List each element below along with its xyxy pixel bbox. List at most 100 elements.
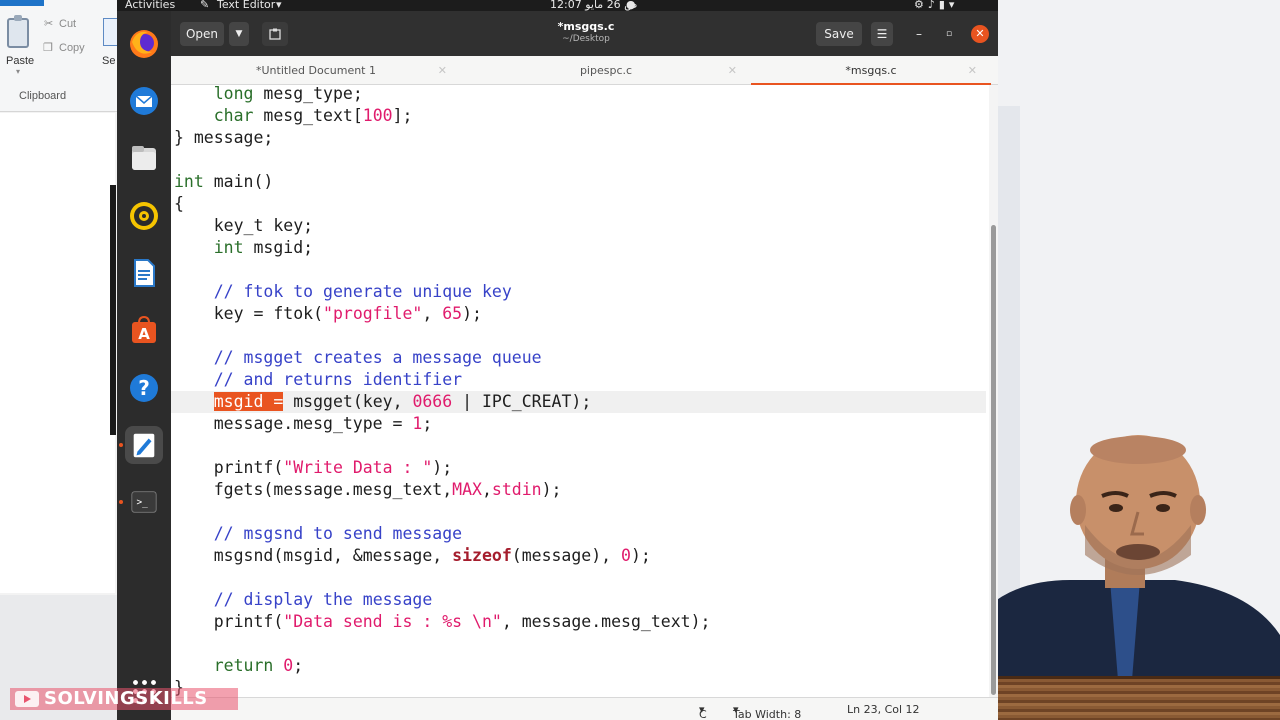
rhythmbox-icon[interactable] bbox=[125, 197, 163, 235]
watermark-text: SOLVINGSKILLS bbox=[44, 688, 208, 709]
close-tab-icon[interactable]: ✕ bbox=[968, 64, 977, 77]
code-line: int main() bbox=[174, 172, 274, 191]
help-icon[interactable]: ? bbox=[125, 369, 163, 407]
code-line: // ftok to generate unique key bbox=[213, 282, 512, 301]
select-icon[interactable] bbox=[103, 18, 117, 46]
copy-button[interactable]: Copy bbox=[59, 42, 85, 54]
code-line: } bbox=[174, 677, 986, 697]
document-title: *msgqs.c bbox=[557, 20, 615, 33]
tab-width-selector[interactable]: Tab Width: 8 ▾ bbox=[733, 703, 801, 720]
save-button[interactable]: Save bbox=[816, 22, 862, 46]
copy-icon: ❐ bbox=[43, 42, 53, 54]
current-code-line: msgid = msgget(key, 0666 | IPC_CREAT); bbox=[171, 391, 986, 413]
vertical-scrollbar[interactable] bbox=[989, 85, 998, 697]
firefox-icon[interactable] bbox=[125, 25, 163, 63]
clock[interactable]: 12:07 ص 26 مايو bbox=[550, 0, 637, 11]
code-line: printf("Data send is : %s \n", message.m… bbox=[174, 612, 711, 631]
open-button[interactable]: Open bbox=[180, 22, 224, 46]
paste-button[interactable]: Paste bbox=[6, 55, 34, 67]
play-icon bbox=[15, 691, 39, 707]
tab-msgqs[interactable]: *msgqs.c ✕ bbox=[751, 56, 991, 86]
running-indicator-icon bbox=[119, 443, 123, 447]
code-line: fgets(message.mesg_text,MAX,stdin); bbox=[174, 480, 562, 499]
scrollbar-thumb[interactable] bbox=[991, 225, 996, 695]
ribbon: Paste ▾ ✂ Cut ❐ Copy Se Clipboard bbox=[0, 0, 117, 112]
new-tab-button[interactable] bbox=[262, 22, 288, 46]
document-path: ~/Desktop bbox=[562, 34, 610, 44]
svg-text:?: ? bbox=[138, 376, 150, 400]
code-line: msgsnd(msgid, &message, sizeof(message),… bbox=[174, 546, 651, 565]
code-line: // and returns identifier bbox=[213, 370, 463, 389]
code-line: // msgget creates a message queue bbox=[213, 348, 542, 367]
select-button[interactable]: Se bbox=[102, 55, 115, 67]
code-line: key_t key; bbox=[174, 216, 314, 235]
dock: A ? >_ bbox=[117, 11, 171, 720]
close-tab-icon[interactable]: ✕ bbox=[438, 64, 447, 77]
code-line: { bbox=[174, 194, 184, 213]
code-editor[interactable]: long mesg_type; char mesg_text[100];} me… bbox=[171, 85, 989, 697]
code-line: } message; bbox=[174, 128, 274, 147]
paste-dropdown-icon[interactable]: ▾ bbox=[16, 67, 20, 76]
code-line: // display the message bbox=[213, 590, 433, 609]
activities-button[interactable]: Activities bbox=[125, 0, 175, 11]
header-bar: Open ▼ *msgqs.c ~/Desktop Save ☰ – ▫ ✕ bbox=[171, 11, 998, 56]
chevron-down-icon[interactable]: ▾ bbox=[276, 0, 282, 11]
hamburger-menu-icon[interactable]: ☰ bbox=[871, 22, 893, 46]
files-icon[interactable] bbox=[125, 139, 163, 177]
thunderbird-icon[interactable] bbox=[125, 82, 163, 120]
tab-pipespc[interactable]: pipespc.c ✕ bbox=[461, 56, 751, 85]
tab-label: *Untitled Document 1 bbox=[256, 64, 376, 77]
background-app-window: Paste ▾ ✂ Cut ❐ Copy Se Clipboard bbox=[0, 0, 117, 720]
tab-label: *msgqs.c bbox=[845, 64, 897, 77]
app-menu[interactable]: Text Editor bbox=[217, 0, 275, 11]
language-selector[interactable]: C ▾ bbox=[699, 703, 707, 720]
cut-button[interactable]: Cut bbox=[59, 18, 76, 30]
close-icon[interactable]: ✕ bbox=[971, 25, 989, 43]
software-icon[interactable]: A bbox=[125, 311, 163, 349]
background-right bbox=[998, 0, 1280, 720]
code-line: message.mesg_type = 1; bbox=[174, 414, 433, 433]
code-text[interactable]: long mesg_type; char mesg_text[100];} me… bbox=[171, 85, 986, 697]
scissors-icon: ✂ bbox=[44, 18, 54, 30]
maximize-icon[interactable]: ▫ bbox=[940, 25, 958, 43]
writer-icon[interactable] bbox=[125, 254, 163, 292]
tab-bar: *Untitled Document 1 ✕ pipespc.c ✕ *msgq… bbox=[171, 56, 998, 86]
ribbon-tab-indicator bbox=[0, 0, 44, 6]
tab-untitled-document[interactable]: *Untitled Document 1 ✕ bbox=[171, 56, 461, 85]
code-line: // msgsnd to send message bbox=[213, 524, 463, 543]
background-document bbox=[0, 113, 115, 593]
terminal-icon[interactable]: >_ bbox=[125, 483, 163, 521]
notification-dot-icon: ● bbox=[626, 0, 636, 11]
code-line: long mesg_type; bbox=[213, 85, 363, 103]
status-bar: C ▾ Tab Width: 8 ▾ Ln 23, Col 12 bbox=[171, 697, 998, 720]
code-line: printf("Write Data : "); bbox=[174, 458, 453, 477]
code-line: char mesg_text[100]; bbox=[213, 106, 413, 125]
system-status-icons[interactable]: ⚙♪▮▾ bbox=[914, 0, 958, 11]
background-panel bbox=[998, 106, 1020, 706]
code-line: int msgid; bbox=[213, 238, 314, 257]
window-title: *msgqs.c ~/Desktop bbox=[501, 20, 671, 45]
document-edge bbox=[110, 185, 116, 435]
new-document-icon bbox=[269, 28, 281, 40]
running-indicator-icon bbox=[119, 500, 123, 504]
text-editor-icon[interactable] bbox=[125, 426, 163, 464]
svg-text:>_: >_ bbox=[137, 497, 149, 508]
code-line: key = ftok("progfile", 65); bbox=[174, 304, 482, 323]
chevron-down-icon[interactable]: ▼ bbox=[229, 22, 249, 46]
clipboard-icon[interactable] bbox=[7, 15, 29, 48]
top-bar: Activities ✎ Text Editor ▾ 12:07 ص 26 ما… bbox=[117, 0, 998, 11]
minimize-icon[interactable]: – bbox=[910, 25, 928, 43]
selected-text[interactable]: msgid = bbox=[213, 392, 284, 411]
tab-label: pipespc.c bbox=[579, 64, 633, 77]
cursor-position[interactable]: Ln 23, Col 12 bbox=[847, 703, 920, 716]
close-tab-icon[interactable]: ✕ bbox=[728, 64, 737, 77]
code-line: return 0; bbox=[213, 656, 304, 675]
watermark: SOLVINGSKILLS bbox=[10, 688, 238, 710]
